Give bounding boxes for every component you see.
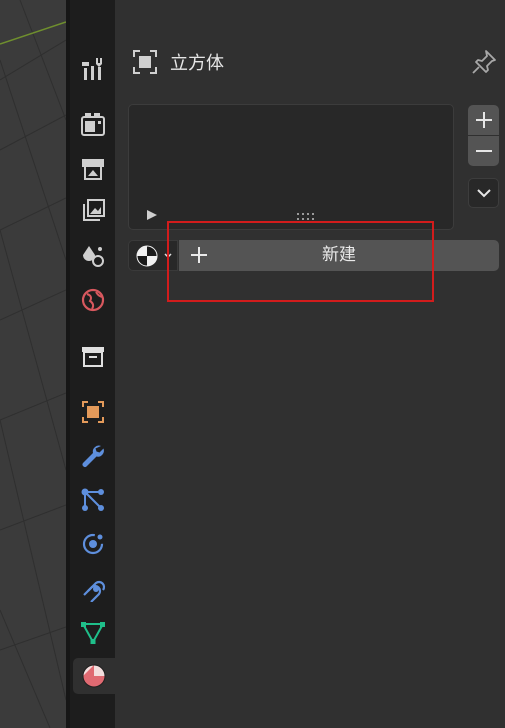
chevron-down-icon: [164, 253, 172, 259]
material-icon: [136, 245, 172, 267]
collection-icon: [82, 347, 104, 367]
tab-modifiers[interactable]: [76, 438, 110, 474]
tool-icon: [82, 58, 102, 80]
tab-tool[interactable]: [76, 50, 110, 86]
remove-slot-button[interactable]: [468, 136, 499, 166]
output-icon: [82, 159, 104, 180]
object-type-icon: [131, 48, 159, 80]
new-material-button[interactable]: 新建: [179, 240, 499, 271]
browse-material-dropdown[interactable]: [128, 240, 178, 271]
add-slot-button[interactable]: [468, 105, 499, 135]
material-slot-list[interactable]: [128, 104, 454, 230]
tab-scene[interactable]: [76, 238, 110, 274]
play-triangle-icon[interactable]: [146, 209, 160, 221]
pin-button[interactable]: [470, 48, 498, 80]
plus-icon: [475, 112, 492, 128]
tab-view-layer[interactable]: [76, 193, 110, 229]
scene-icon: [83, 246, 104, 267]
world-icon: [81, 288, 105, 312]
wrench-icon: [82, 445, 104, 467]
tab-object[interactable]: [76, 394, 110, 430]
object-name: 立方体: [170, 53, 224, 74]
tab-constraints[interactable]: [76, 570, 110, 606]
tab-physics[interactable]: [76, 526, 110, 562]
tab-particles[interactable]: [76, 482, 110, 518]
chevron-down-icon: [476, 189, 491, 198]
view-layer-icon: [83, 199, 105, 221]
pin-icon: [472, 50, 496, 74]
mesh-data-icon: [81, 622, 105, 645]
y-axis-line: [0, 21, 66, 45]
particles-icon: [81, 488, 104, 511]
slot-specials-menu[interactable]: [468, 178, 499, 208]
3d-viewport[interactable]: [0, 0, 66, 728]
object-icon: [133, 50, 157, 74]
tab-world[interactable]: [76, 282, 110, 318]
viewport-grid: [0, 0, 66, 728]
object-icon: [82, 401, 104, 423]
resize-handle-icon[interactable]: [296, 212, 318, 222]
material-icon: [82, 664, 106, 688]
tab-collection[interactable]: [76, 338, 110, 374]
constraint-icon: [83, 580, 106, 602]
minus-icon: [475, 150, 492, 152]
physics-icon: [82, 533, 104, 555]
tab-output[interactable]: [76, 150, 110, 186]
render-icon: [81, 113, 105, 136]
tab-render[interactable]: [76, 106, 110, 142]
new-material-label: 新建: [322, 245, 356, 265]
tab-data[interactable]: [76, 614, 110, 650]
tab-material[interactable]: [73, 658, 115, 694]
